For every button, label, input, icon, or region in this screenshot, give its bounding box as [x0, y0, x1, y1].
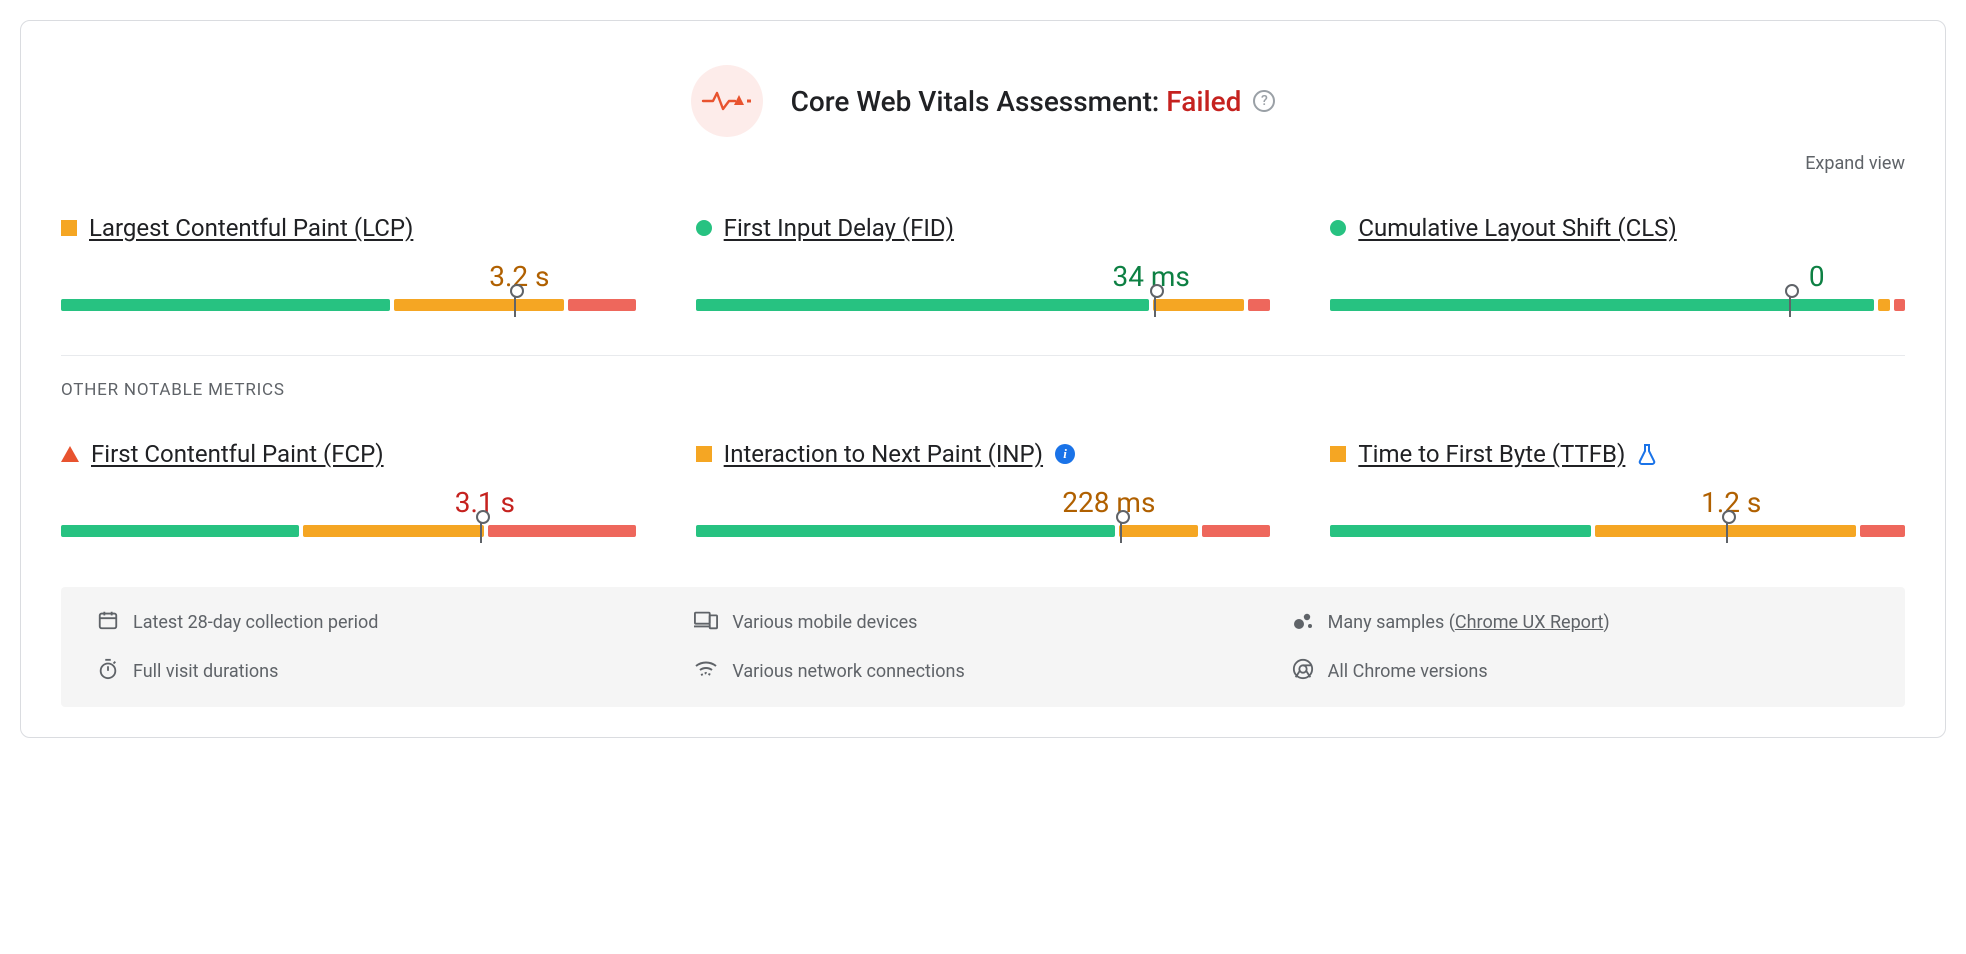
- metric-bar-fid: [696, 299, 1271, 311]
- footer-item-chrome: All Chrome versions: [1292, 658, 1869, 685]
- metric-value-inp: 228 ms: [696, 486, 1271, 519]
- metric-lcp: Largest Contentful Paint (LCP) 3.2 s: [61, 214, 636, 311]
- calendar-icon: [97, 609, 119, 636]
- footer-item-samples: Many samples (Chrome UX Report): [1292, 609, 1869, 636]
- metric-fid: First Input Delay (FID) 34 ms: [696, 214, 1271, 311]
- assessment-header: Core Web Vitals Assessment: Failed ?: [61, 65, 1905, 137]
- metric-marker-ttfb: [1726, 519, 1728, 543]
- info-icon[interactable]: i: [1055, 444, 1075, 464]
- chrome-icon: [1292, 658, 1314, 685]
- footer-text: Various network connections: [732, 661, 964, 682]
- assessment-title-prefix: Core Web Vitals Assessment:: [791, 85, 1167, 118]
- footer-text: Full visit durations: [133, 661, 278, 682]
- assessment-title: Core Web Vitals Assessment: Failed ?: [791, 85, 1276, 118]
- metric-bar-ttfb: [1330, 525, 1905, 537]
- metric-value-fcp: 3.1 s: [61, 486, 636, 519]
- metric-name-ttfb[interactable]: Time to First Byte (TTFB): [1358, 440, 1625, 468]
- metric-ttfb: Time to First Byte (TTFB) 1.2 s: [1330, 440, 1905, 537]
- status-square-amber: [696, 446, 712, 462]
- metric-marker-inp: [1120, 519, 1122, 543]
- metric-marker-lcp: [514, 293, 516, 317]
- core-metrics-row: Largest Contentful Paint (LCP) 3.2 s First…: [61, 214, 1905, 311]
- pulse-icon: [691, 65, 763, 137]
- metric-value-ttfb: 1.2 s: [1330, 486, 1905, 519]
- metric-value-lcp: 3.2 s: [61, 260, 636, 293]
- status-dot-green: [1330, 220, 1346, 236]
- divider: [61, 355, 1905, 356]
- footer-text: Various mobile devices: [732, 612, 917, 633]
- status-triangle-red: [61, 446, 79, 462]
- metric-name-cls[interactable]: Cumulative Layout Shift (CLS): [1358, 214, 1676, 242]
- devices-icon: [694, 609, 718, 636]
- footer-text: Many samples (Chrome UX Report): [1328, 612, 1610, 633]
- metric-name-fcp[interactable]: First Contentful Paint (FCP): [91, 440, 384, 468]
- status-square-amber: [1330, 446, 1346, 462]
- footer-text: Latest 28-day collection period: [133, 612, 378, 633]
- other-metrics-label: OTHER NOTABLE METRICS: [61, 380, 1905, 400]
- footer-item-timer: Full visit durations: [97, 658, 674, 685]
- metric-name-fid[interactable]: First Input Delay (FID): [724, 214, 954, 242]
- footer-text: All Chrome versions: [1328, 661, 1488, 682]
- samples-icon: [1292, 609, 1314, 636]
- metric-bar-inp: [696, 525, 1271, 537]
- metric-name-lcp[interactable]: Largest Contentful Paint (LCP): [89, 214, 413, 242]
- footer-item-network: Various network connections: [694, 658, 1271, 685]
- metric-marker-fcp: [480, 519, 482, 543]
- metric-marker-cls: [1789, 293, 1791, 317]
- crux-link[interactable]: Chrome UX Report: [1455, 612, 1603, 633]
- metric-bar-lcp: [61, 299, 636, 311]
- flask-icon[interactable]: [1637, 443, 1657, 465]
- footer-item-calendar: Latest 28-day collection period: [97, 609, 674, 636]
- collection-details: Latest 28-day collection period Various m…: [61, 587, 1905, 707]
- metric-inp: Interaction to Next Paint (INP) i 228 ms: [696, 440, 1271, 537]
- status-square-amber: [61, 220, 77, 236]
- status-dot-green: [696, 220, 712, 236]
- cwv-panel: Core Web Vitals Assessment: Failed ? Exp…: [20, 20, 1946, 738]
- assessment-status: Failed: [1166, 85, 1241, 118]
- footer-item-devices: Various mobile devices: [694, 609, 1271, 636]
- metric-cls: Cumulative Layout Shift (CLS) 0: [1330, 214, 1905, 311]
- other-metrics-row: First Contentful Paint (FCP) 3.1 s Interac…: [61, 440, 1905, 537]
- timer-icon: [97, 658, 119, 685]
- metric-bar-fcp: [61, 525, 636, 537]
- expand-view-link[interactable]: Expand view: [1805, 153, 1905, 174]
- network-icon: [694, 659, 718, 684]
- help-icon[interactable]: ?: [1253, 90, 1275, 112]
- metric-bar-cls: [1330, 299, 1905, 311]
- metric-name-inp[interactable]: Interaction to Next Paint (INP): [724, 440, 1043, 468]
- metric-fcp: First Contentful Paint (FCP) 3.1 s: [61, 440, 636, 537]
- metric-value-fid: 34 ms: [696, 260, 1271, 293]
- metric-value-cls: 0: [1330, 260, 1905, 293]
- metric-marker-fid: [1154, 293, 1156, 317]
